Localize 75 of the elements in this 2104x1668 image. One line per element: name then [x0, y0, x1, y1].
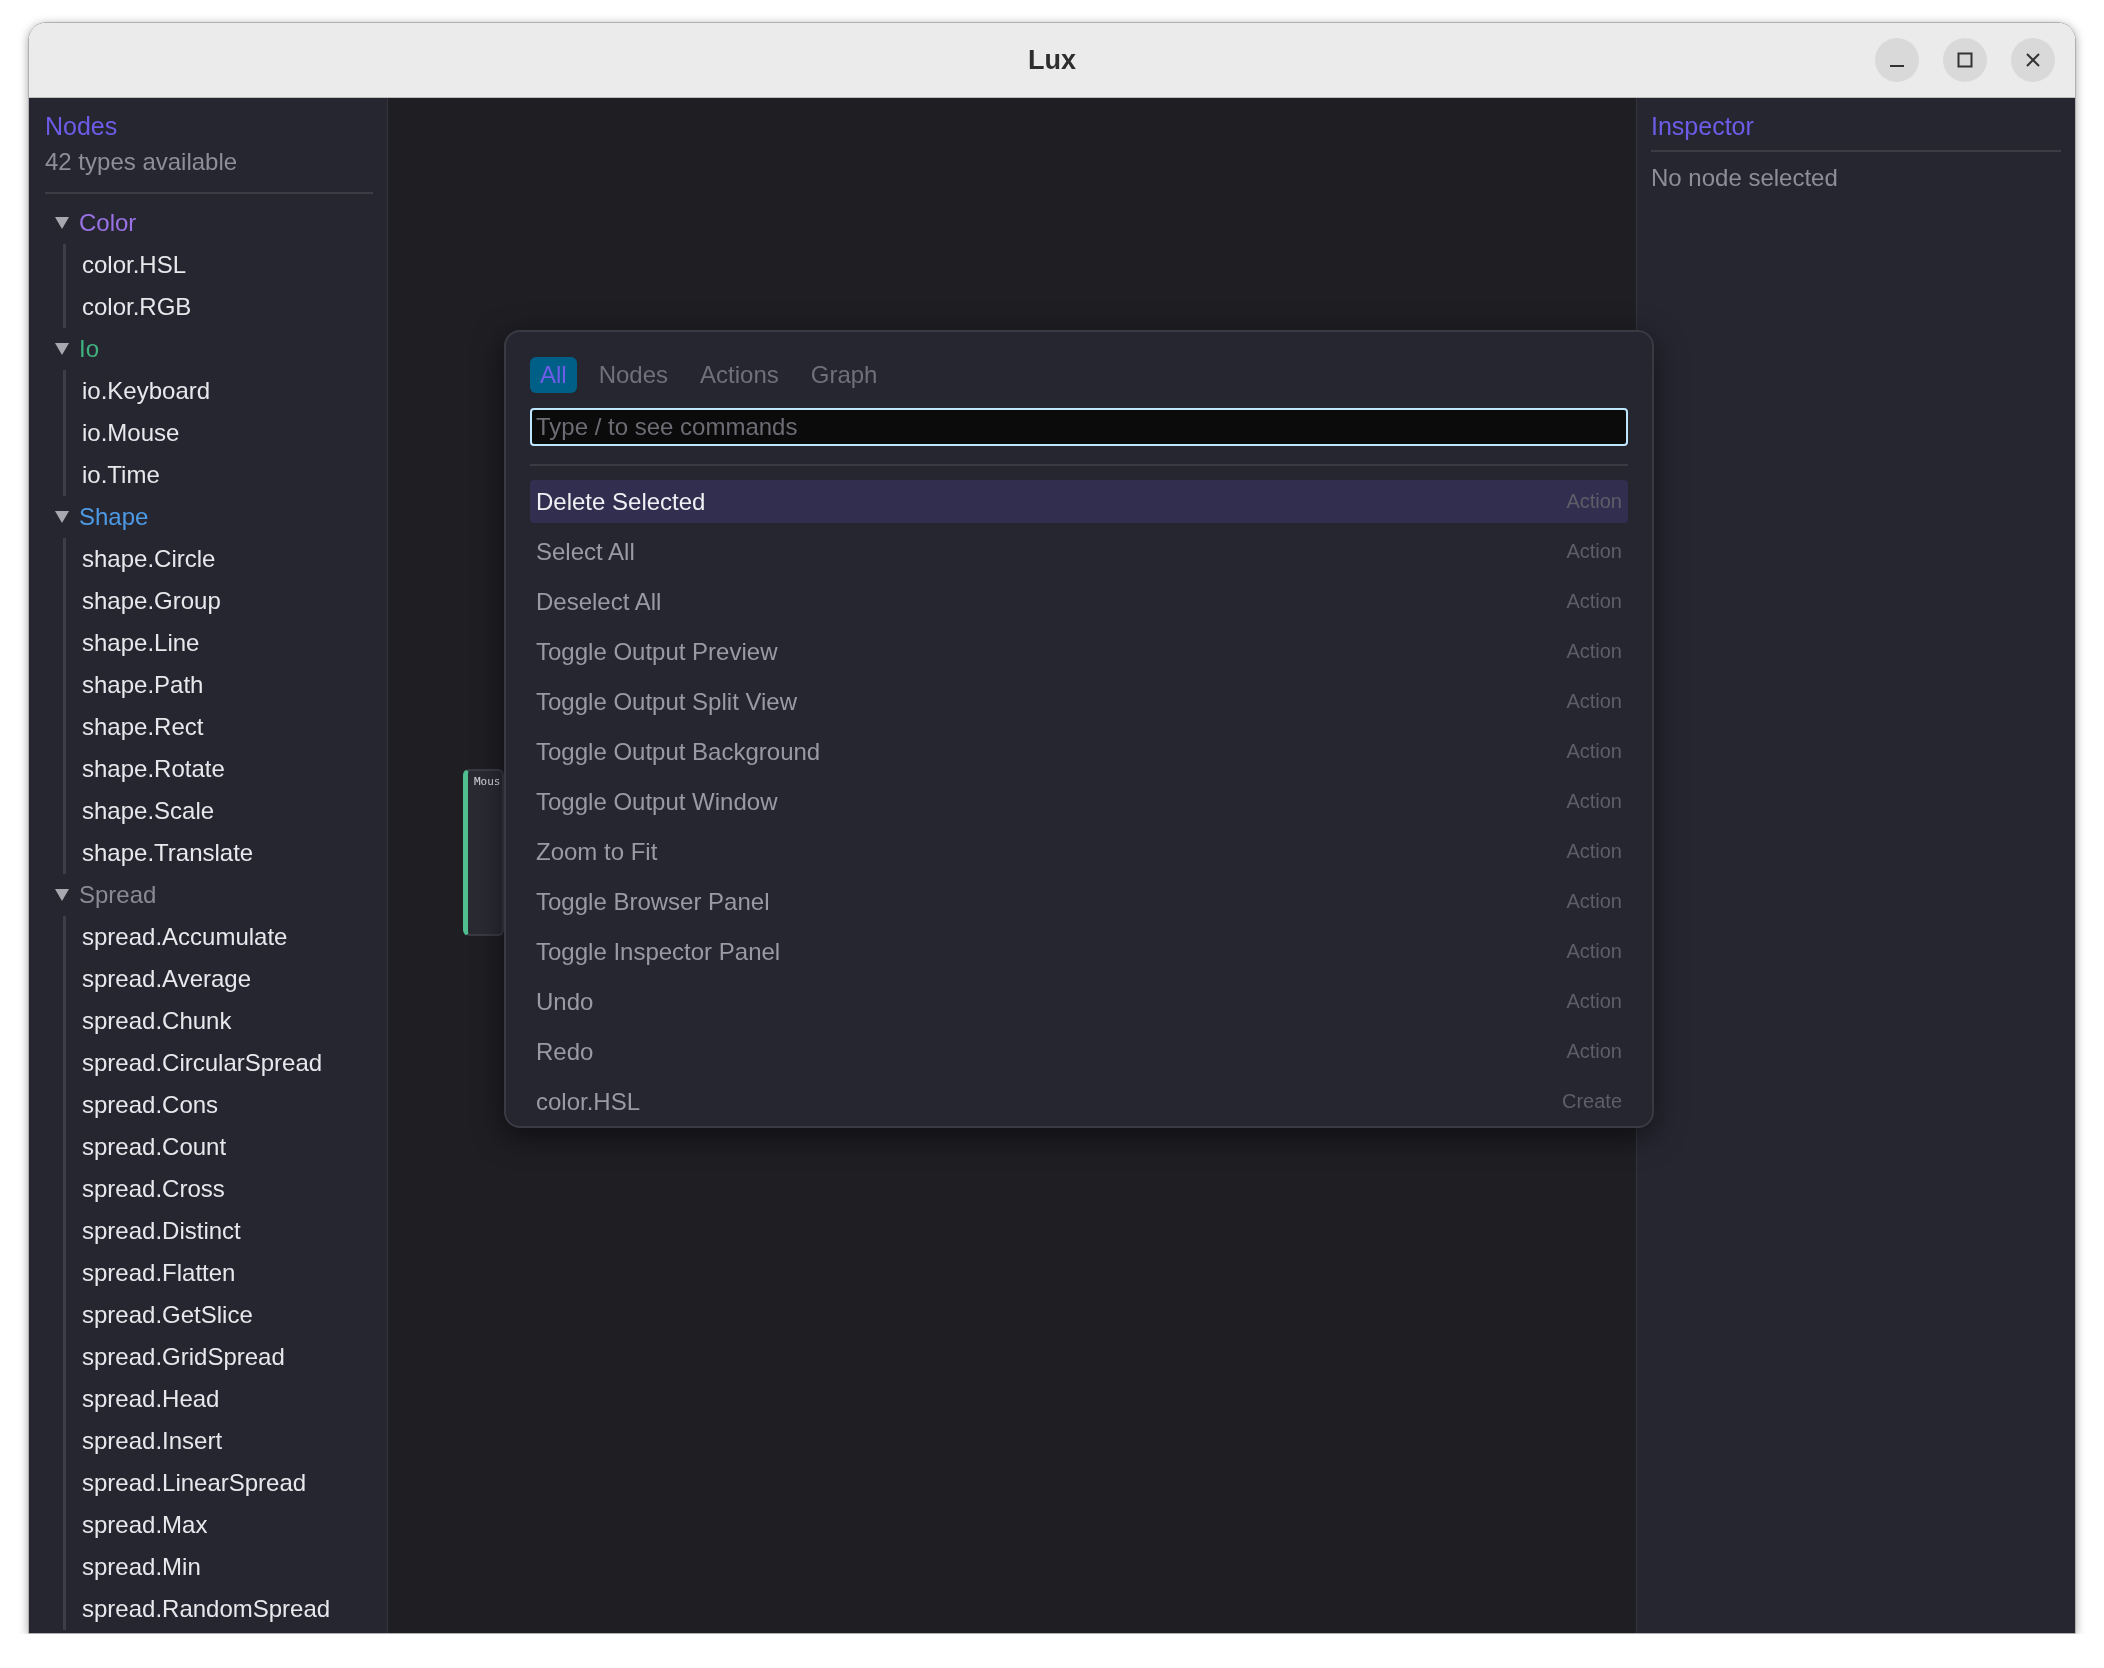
- action-tag: Action: [1566, 1040, 1622, 1063]
- node-type-item[interactable]: spread.GridSpread: [82, 1336, 373, 1378]
- command-item[interactable]: color.HSL Create: [530, 1080, 1628, 1112]
- maximize-icon: [1957, 52, 1973, 68]
- command-item[interactable]: Toggle Browser Panel Action: [530, 880, 1628, 923]
- action-tag: Action: [1566, 640, 1622, 663]
- node-type-item[interactable]: spread.Distinct: [82, 1210, 373, 1252]
- action-tag: Action: [1566, 690, 1622, 713]
- collapse-caret-icon[interactable]: [55, 343, 69, 355]
- node-type-item[interactable]: io.Mouse: [82, 412, 373, 454]
- action-tag: Action: [1566, 990, 1622, 1013]
- command-search-field[interactable]: Type / to see commands: [530, 408, 1628, 446]
- node-type-item[interactable]: spread.RandomSpread: [82, 1588, 373, 1630]
- command-item[interactable]: Select All Action: [530, 530, 1628, 573]
- category-label[interactable]: Spread: [79, 881, 157, 909]
- node-type-item[interactable]: spread.LinearSpread: [82, 1462, 373, 1504]
- collapse-caret-icon[interactable]: [55, 217, 69, 229]
- node-type-item[interactable]: spread.Max: [82, 1504, 373, 1546]
- node-type-item[interactable]: spread.Min: [82, 1546, 373, 1588]
- node-type-item[interactable]: spread.Cross: [82, 1168, 373, 1210]
- command-item[interactable]: Zoom to Fit Action: [530, 830, 1628, 873]
- window-title: Lux: [1028, 44, 1076, 76]
- node-type-item[interactable]: shape.Translate: [82, 832, 373, 874]
- node-type-item[interactable]: shape.Rotate: [82, 748, 373, 790]
- empty-message: No node selected: [1651, 163, 1839, 193]
- node-title: Mous: [473, 774, 502, 788]
- command-item[interactable]: Toggle Output Background Action: [530, 730, 1628, 773]
- node-type-item[interactable]: spread.Cons: [82, 1084, 373, 1126]
- action-tag: Action: [1566, 790, 1622, 813]
- panel-title: Inspector: [1651, 108, 2061, 152]
- action-tag: Action: [1566, 540, 1622, 563]
- node-type-item[interactable]: io.Time: [82, 454, 373, 496]
- node-type-item[interactable]: spread.GetSlice: [82, 1294, 373, 1336]
- node-type-item[interactable]: shape.Scale: [82, 790, 373, 832]
- action-tag: Action: [1566, 740, 1622, 763]
- action-tag: Action: [1566, 940, 1622, 963]
- node-type-item[interactable]: shape.Circle: [82, 538, 373, 580]
- action-tag: Action: [1566, 590, 1622, 613]
- node-type-item[interactable]: spread.CircularSpread: [82, 1042, 373, 1084]
- category-label[interactable]: Color: [79, 209, 137, 237]
- command-item[interactable]: Deselect All Action: [530, 580, 1628, 623]
- node-type-item[interactable]: spread.Head: [82, 1378, 373, 1420]
- maximize-button[interactable]: [1943, 38, 1987, 82]
- close-button[interactable]: [2011, 38, 2055, 82]
- node-type-item[interactable]: shape.Group: [82, 580, 373, 622]
- command-item[interactable]: Toggle Output Preview Action: [530, 630, 1628, 673]
- node-type-item[interactable]: shape.Path: [82, 664, 373, 706]
- action-tag: Action: [1566, 890, 1622, 913]
- node-type-item[interactable]: spread.Flatten: [82, 1252, 373, 1294]
- node-type-item[interactable]: spread.Average: [82, 958, 373, 1000]
- types-count: 42 types available: [45, 144, 373, 194]
- collapse-caret-icon[interactable]: [55, 889, 69, 901]
- node-type-item[interactable]: spread.Insert: [82, 1420, 373, 1462]
- close-icon: [2025, 52, 2041, 68]
- graph-node[interactable]: Mous: [463, 769, 504, 936]
- command-item[interactable]: Undo Action: [530, 980, 1628, 1023]
- minimize-icon: [1890, 65, 1904, 67]
- create-tag: Create: [1561, 1090, 1622, 1112]
- node-type-item[interactable]: color.RGB: [82, 286, 373, 328]
- node-type-item[interactable]: shape.Line: [82, 622, 373, 664]
- category-label[interactable]: Shape: [79, 503, 149, 531]
- node-type-item[interactable]: spread.Chunk: [82, 1000, 373, 1042]
- node-type-item[interactable]: io.Keyboard: [82, 370, 373, 412]
- command-item[interactable]: Toggle Output Window Action: [530, 780, 1628, 823]
- action-tag: Action: [1566, 840, 1622, 863]
- command-item[interactable]: Redo Action: [530, 1030, 1628, 1073]
- node-type-item[interactable]: spread.Count: [82, 1126, 373, 1168]
- category-label[interactable]: Io: [79, 335, 99, 363]
- node-type-item[interactable]: spread.Accumulate: [82, 916, 373, 958]
- panel-title: Nodes: [45, 111, 119, 142]
- command-item[interactable]: Toggle Inspector Panel Action: [530, 930, 1628, 973]
- collapse-caret-icon[interactable]: [55, 511, 69, 523]
- node-type-item[interactable]: shape.Rect: [82, 706, 373, 748]
- node-type-item[interactable]: color.HSL: [82, 244, 373, 286]
- command-item[interactable]: Toggle Output Split View Action: [530, 680, 1628, 723]
